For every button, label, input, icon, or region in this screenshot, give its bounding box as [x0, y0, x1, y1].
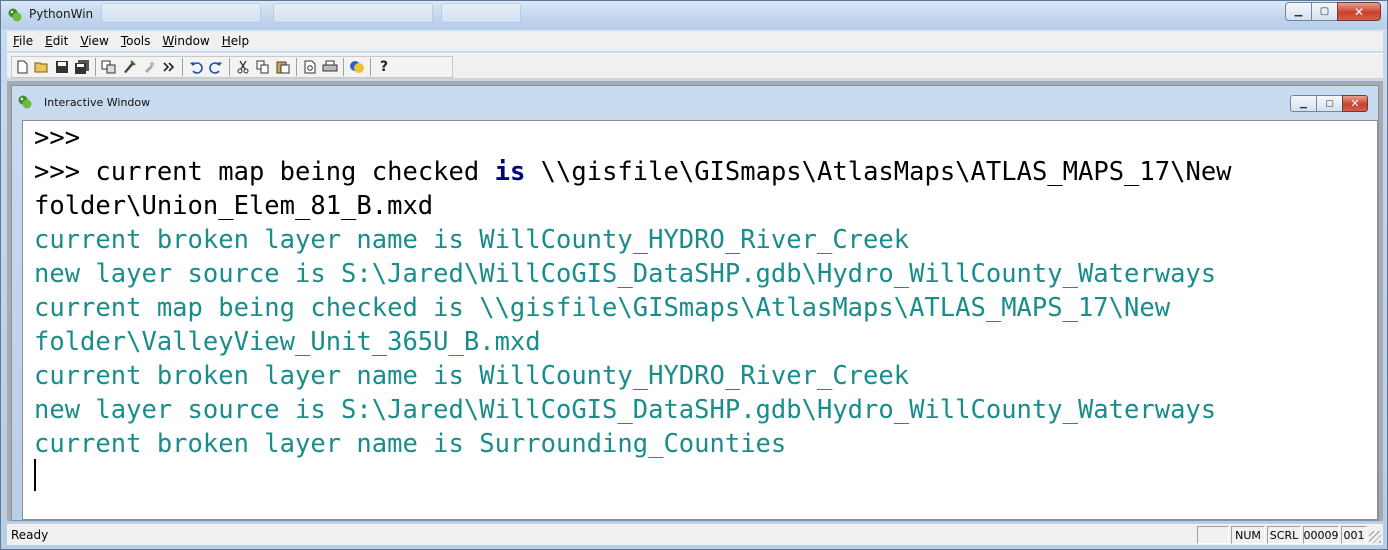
pythonwin-window: PythonWin ▁ ▢ ✕ File Edit View Tools Win… [0, 0, 1388, 550]
resize-grip-icon[interactable] [1369, 531, 1381, 543]
console-line: >>> [34, 123, 81, 153]
console-output-line: new layer source is S:\Jared\WillCoGIS_D… [34, 259, 1217, 289]
print-icon [322, 60, 338, 72]
maximize-icon: ▢ [1319, 6, 1330, 17]
child-maximize-button[interactable]: ▢ [1316, 95, 1342, 112]
minimize-icon: ▁ [1294, 6, 1303, 17]
interactive-console[interactable]: >>> >>> current map being checked is \\g… [22, 120, 1378, 520]
status-indicator-line: 00009 [1303, 526, 1339, 544]
close-button[interactable]: ✕ [1337, 2, 1381, 21]
copy-icon [256, 60, 269, 74]
status-indicator-num: NUM [1231, 526, 1265, 544]
console-line: >>> current map being checked is \\gisfi… [34, 157, 1232, 187]
mdi-client-area: Interactive Window ▁ ▢ ✕ >>> >>> current… [7, 81, 1383, 521]
menu-edit[interactable]: Edit [39, 34, 74, 48]
interactive-window-title: Interactive Window [44, 96, 151, 109]
background-taskbar-ghost [273, 3, 433, 23]
new-file-button[interactable] [12, 57, 32, 77]
child-minimize-button[interactable]: ▁ [1290, 95, 1316, 112]
import-button[interactable] [139, 57, 159, 77]
toolbar-strip: ? [11, 56, 453, 78]
window-title: PythonWin [29, 7, 94, 21]
console-output-line: folder\ValleyView_Unit_365U_B.mxd [34, 327, 541, 357]
save-icon [56, 61, 68, 73]
console-line: folder\Union_Elem_81_B.mxd [34, 191, 434, 221]
save-all-icon [75, 60, 89, 74]
toolbar-separator [182, 58, 183, 76]
toolbar: ? [7, 53, 1383, 79]
run-button[interactable] [119, 57, 139, 77]
menu-view[interactable]: View [74, 34, 114, 48]
print-button[interactable] [320, 57, 340, 77]
toolbar-separator [229, 58, 230, 76]
title-bar[interactable]: PythonWin ▁ ▢ ✕ [1, 1, 1387, 29]
new-file-icon [17, 60, 28, 74]
cut-button[interactable] [233, 57, 253, 77]
maximize-icon: ▢ [1325, 98, 1334, 109]
locate-button[interactable] [99, 57, 119, 77]
help-button[interactable]: ? [374, 57, 394, 77]
interactive-window: Interactive Window ▁ ▢ ✕ >>> >>> current… [11, 85, 1379, 521]
toolbar-separator [370, 58, 371, 76]
window-caption-buttons: ▁ ▢ ✕ [1285, 2, 1381, 22]
status-text: Ready [11, 528, 49, 542]
redo-button[interactable] [206, 57, 226, 77]
redo-icon [209, 62, 222, 74]
console-output-line: current map being checked is \\gisfile\G… [34, 293, 1171, 323]
toolbar-separator [343, 58, 344, 76]
status-bar: Ready NUM SCRL 00009 001 [7, 523, 1383, 545]
menu-tools[interactable]: Tools [115, 34, 157, 48]
cut-icon [237, 60, 249, 74]
more-icon [163, 62, 175, 72]
toolbar-separator [296, 58, 297, 76]
paste-icon [276, 61, 290, 74]
copy-button[interactable] [253, 57, 273, 77]
undo-button[interactable] [186, 57, 206, 77]
close-icon: ✕ [1350, 97, 1360, 110]
background-taskbar-ghost [441, 3, 521, 23]
print-preview-button[interactable] [300, 57, 320, 77]
python-window-icon [18, 95, 32, 109]
console-output-line: current broken layer name is WillCounty_… [34, 225, 910, 255]
status-indicator-blank [1197, 526, 1229, 544]
open-folder-icon [34, 62, 48, 73]
undo-icon [190, 62, 203, 74]
locate-icon [101, 60, 116, 74]
background-taskbar-ghost [101, 3, 261, 23]
paste-button[interactable] [273, 57, 293, 77]
console-output-line: current broken layer name is WillCounty_… [34, 361, 910, 391]
status-indicator-col: 001 [1341, 526, 1367, 544]
child-close-button[interactable]: ✕ [1342, 95, 1368, 112]
text-caret [34, 459, 36, 491]
console-output-line: new layer source is S:\Jared\WillCoGIS_D… [34, 395, 1217, 425]
interactive-window-title-bar[interactable]: Interactive Window ▁ ▢ ✕ [12, 86, 1378, 118]
console-output-line: current broken layer name is Surrounding… [34, 429, 787, 459]
python-button[interactable] [347, 57, 367, 77]
run-icon [124, 60, 136, 73]
menu-window[interactable]: Window [156, 34, 215, 48]
print-preview-icon [304, 60, 316, 74]
python-app-icon [8, 8, 22, 22]
menu-help[interactable]: Help [216, 34, 255, 48]
save-all-button[interactable] [72, 57, 92, 77]
minimize-button[interactable]: ▁ [1285, 2, 1311, 21]
help-icon: ? [379, 59, 389, 75]
more-button[interactable] [159, 57, 179, 77]
maximize-button[interactable]: ▢ [1311, 2, 1337, 21]
status-indicator-scrl: SCRL [1267, 526, 1301, 544]
menu-file[interactable]: File [7, 34, 39, 48]
save-button[interactable] [52, 57, 72, 77]
child-caption-buttons: ▁ ▢ ✕ [1290, 95, 1368, 112]
open-button[interactable] [32, 57, 52, 77]
close-icon: ✕ [1353, 4, 1365, 19]
toolbar-separator [95, 58, 96, 76]
import-icon [145, 62, 154, 73]
minimize-icon: ▁ [1300, 98, 1307, 109]
python-icon [350, 61, 364, 73]
menu-bar: File Edit View Tools Window Help [7, 31, 1383, 51]
